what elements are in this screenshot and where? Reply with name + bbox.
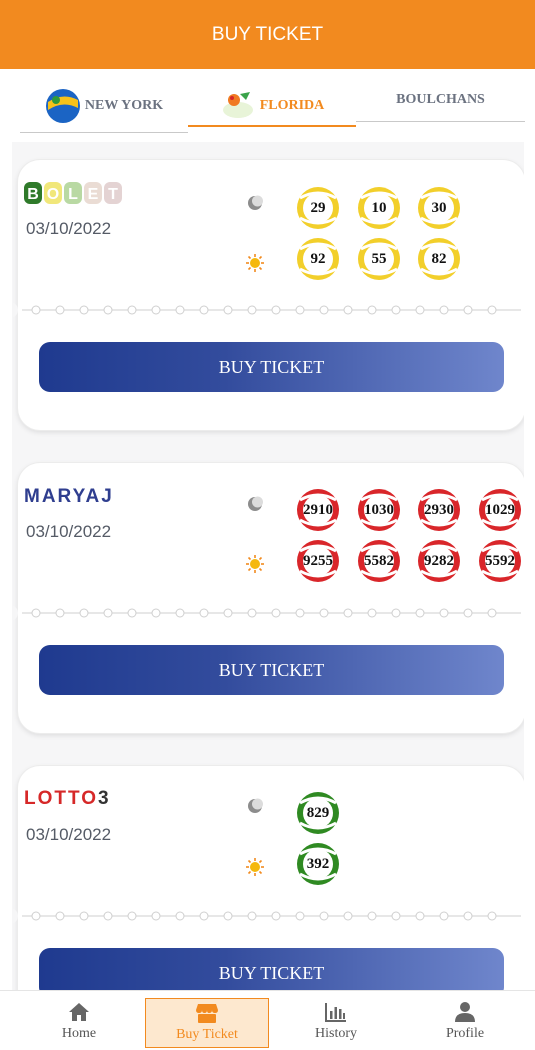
sun-icon <box>246 555 264 573</box>
lottery-ball: 2910 <box>296 488 340 532</box>
lottery-ball: 30 <box>417 186 461 230</box>
tab-underline <box>20 132 188 133</box>
lottery-ball: 1030 <box>357 488 401 532</box>
lottery-ball: 9282 <box>417 539 461 583</box>
lottery-ball: 29 <box>296 186 340 230</box>
lottery-ball: 9255 <box>296 539 340 583</box>
moon-icon <box>248 496 263 511</box>
tab-underline-active <box>188 125 356 127</box>
bolet-letter: O <box>47 186 59 203</box>
bolet-letter: T <box>108 186 118 203</box>
buy-ticket-button[interactable]: BUY TICKET <box>39 342 504 392</box>
lottery-ball: 392 <box>296 842 340 886</box>
draw-date: 03/10/2022 <box>26 825 112 844</box>
tab-new-york[interactable]: NEW YORK <box>20 78 188 134</box>
lotto3-logo-digit: 3 <box>98 788 111 809</box>
florida-lottery-logo <box>222 92 253 118</box>
tab-florida-label: FLORIDA <box>259 98 325 113</box>
game-card-lotto3: LOTTO3 03/10/2022 829 392 BUY TICKET <box>12 766 524 990</box>
user-icon <box>455 1002 475 1022</box>
nav-buy-ticket-label: Buy Ticket <box>176 1027 238 1042</box>
state-tabs: NEW YORK FLORIDA BOULCHANS <box>20 78 525 134</box>
lottery-ball: 2930 <box>417 488 461 532</box>
tab-new-york-label: NEW YORK <box>84 98 164 113</box>
game-card-bolet: B O L E T 03/10/2022 29 10 30 92 55 82 B… <box>12 160 524 430</box>
lotto3-logo: LOTTO3 <box>24 788 111 810</box>
draw-date: 03/10/2022 <box>26 522 112 541</box>
moon-icon <box>248 195 263 210</box>
sun-icon <box>246 858 264 876</box>
tab-underline <box>356 121 525 122</box>
lottery-ball: 5582 <box>357 539 401 583</box>
nav-home[interactable]: Home <box>17 998 141 1048</box>
nav-profile-label: Profile <box>445 1026 485 1041</box>
sun-icon <box>246 254 264 272</box>
store-icon <box>196 1004 218 1023</box>
new-york-lottery-logo <box>45 89 80 123</box>
lotto3-logo-word: LOTTO <box>24 788 99 809</box>
ticket-perforation <box>12 605 521 621</box>
tab-boulchans[interactable]: BOULCHANS <box>356 78 525 122</box>
lottery-ball: 5592 <box>478 539 522 583</box>
bar-chart-icon <box>325 1003 346 1022</box>
page-title: BUY TICKET <box>211 23 324 45</box>
nav-history[interactable]: History <box>274 998 398 1048</box>
bolet-logo: B O L E T <box>24 180 124 211</box>
games-list[interactable]: B O L E T 03/10/2022 29 10 30 92 55 82 B… <box>12 142 524 990</box>
tab-florida[interactable]: FLORIDA <box>188 78 356 134</box>
nav-profile[interactable]: Profile <box>403 998 527 1048</box>
bottom-navigation: Home Buy Ticket History Profile <box>0 990 535 1050</box>
moon-icon <box>248 798 263 813</box>
lottery-ball: 92 <box>296 237 340 281</box>
buy-ticket-button[interactable]: BUY TICKET <box>39 645 504 695</box>
buy-ticket-button[interactable]: BUY TICKET <box>39 948 504 990</box>
lottery-ball: 82 <box>417 237 461 281</box>
bolet-letter: E <box>88 186 99 203</box>
bolet-letter: B <box>27 186 39 203</box>
lottery-ball: 10 <box>357 186 401 230</box>
bolet-letter: L <box>68 186 78 203</box>
lottery-ball: 1029 <box>478 488 522 532</box>
home-icon <box>69 1003 89 1021</box>
nav-buy-ticket[interactable]: Buy Ticket <box>145 998 269 1048</box>
nav-home-label: Home <box>61 1026 97 1041</box>
lottery-ball: 829 <box>296 791 340 835</box>
ticket-perforation <box>12 908 521 924</box>
nav-history-label: History <box>315 1026 357 1041</box>
app-header: BUY TICKET <box>0 0 535 69</box>
maryaj-logo: MARYAJ <box>24 486 114 507</box>
ticket-perforation <box>12 302 521 318</box>
game-card-maryaj: MARYAJ 03/10/2022 2910 1030 2930 1029 92… <box>12 463 524 733</box>
tab-boulchans-label: BOULCHANS <box>396 92 485 107</box>
lottery-ball: 55 <box>357 237 401 281</box>
draw-date: 03/10/2022 <box>26 219 112 238</box>
